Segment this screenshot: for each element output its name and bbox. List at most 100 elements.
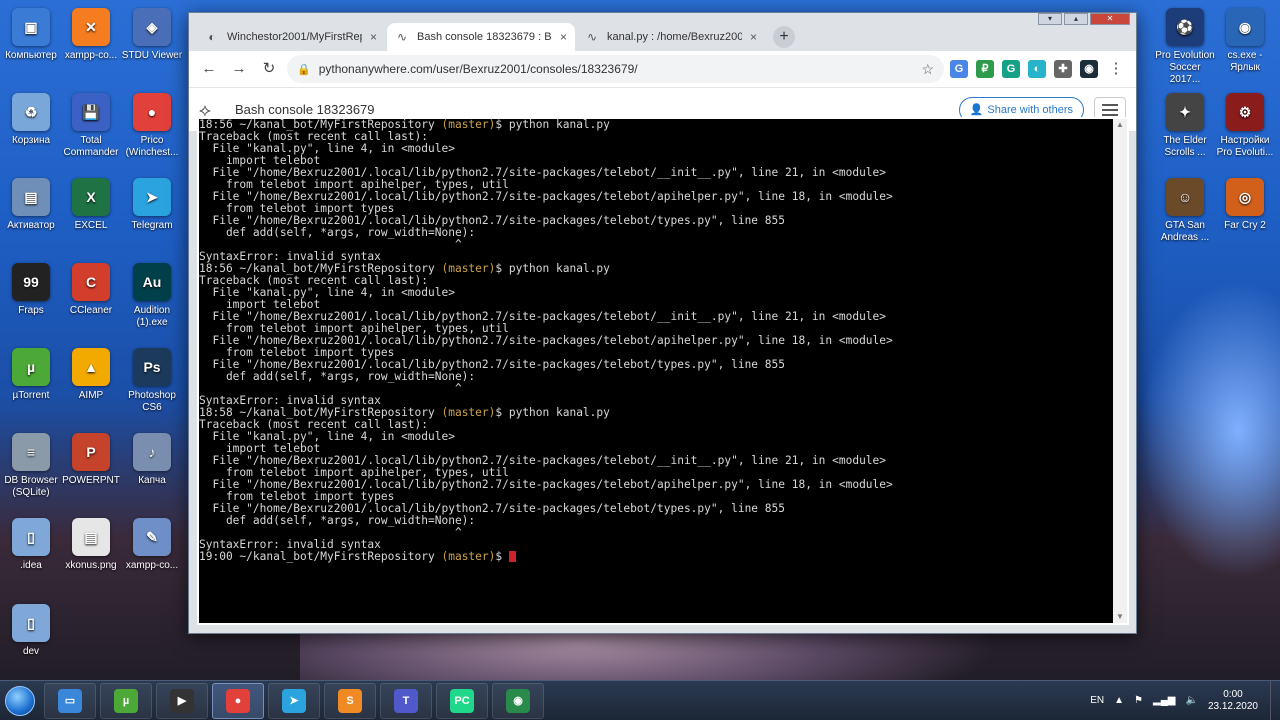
desktop-icon-powerpoint[interactable]: P POWERPNT [60,433,122,487]
currency-ext-icon[interactable]: ₽ [976,60,994,78]
taskbar: ▭ µ ▶ ● ➤ S T PC ◉ EN ▲ ⚑ ▂▄▆ 🔈 0:00 23.12.2020 [0,680,1280,720]
file-explorer-icon: ▭ [58,688,82,713]
reload-button[interactable]: ↻ [257,57,281,81]
window-controls: ▾ ▴ ✕ [1038,13,1130,25]
bookmark-star-icon[interactable]: ☆ [921,61,934,78]
minimize-button[interactable]: ▾ [1038,13,1062,25]
address-bar[interactable]: 🔒 pythonanywhere.com/user/Bexruz2001/con… [287,55,944,83]
farcry-icon: ◎ [1226,178,1264,216]
desktop-icon-pes[interactable]: ⚽ Pro Evolution Soccer 2017... [1154,8,1216,86]
desktop-icon-audio-file[interactable]: ♪ Капча [121,433,183,487]
desktop-icon-excel[interactable]: X EXCEL [60,178,122,232]
desktop-icon-label: POWERPNT [62,475,120,486]
taskbar-item-file-explorer[interactable]: ▭ [44,682,96,719]
computer-icon: ▣ [12,8,50,46]
sublime-icon: S [338,688,362,713]
back-button[interactable]: ← [197,57,221,81]
git-branch: (master) [441,406,496,419]
grammarly-ext-icon[interactable]: G [1002,60,1020,78]
tray-expand-icon[interactable]: ▲ [1114,695,1124,706]
console-output-line: File "kanal.py", line 4, in <module> [199,286,455,299]
desktop-icon-farcry[interactable]: ◎ Far Cry 2 [1214,178,1276,232]
desktop-icon-db-browser[interactable]: ≡ DB Browser (SQLite) [0,433,62,499]
desktop-icon-computer[interactable]: ▣ Компьютер [0,8,62,62]
pes-icon: ⚽ [1166,8,1204,46]
close-tab-icon[interactable]: × [560,30,567,44]
browser-menu-icon[interactable]: ⋮ [1104,57,1128,81]
close-tab-icon[interactable]: × [750,30,757,44]
desktop-icon-fraps[interactable]: 99 Fraps [0,263,62,317]
desktop-icon-photoshop[interactable]: Ps Photoshop CS6 [121,348,183,414]
volume-icon[interactable]: 🔈 [1185,695,1197,706]
desktop-icon-aimp[interactable]: ▲ AIMP [60,348,122,402]
desktop-icon-image-file[interactable]: ▤ xkonus.png [60,518,122,572]
desktop-icon-total-commander[interactable]: 💾 Total Commander [60,93,122,159]
forward-button[interactable]: → [227,57,251,81]
folder-icon: ▯ [12,518,50,556]
pythonanywhere-icon: ∿ [586,30,598,44]
tab-bash-console[interactable]: ∿ Bash console 18323679 : Bexruz2001 × [387,23,575,51]
chrome-icon: ● [226,688,250,713]
desktop-icon-recycle-bin[interactable]: ♻ Корзина [0,93,62,147]
new-tab-button[interactable]: + [773,26,795,48]
vpn-ext-icon[interactable]: ◐ [1028,60,1046,78]
taskbar-item-telegram[interactable]: ➤ [268,682,320,719]
tab-kanal-py[interactable]: ∿ kanal.py : /home/Bexruz2001/kanal × [577,23,765,51]
desktop-icon-shortcut[interactable]: ✎ xampp-co... [121,518,183,572]
github-icon: ◐ [208,30,216,44]
tab-title: Winchestor2001/MyFirstRepository [227,31,362,43]
desktop-icon-skyrim[interactable]: ✦ The Elder Scrolls ... [1154,93,1216,159]
lock-icon[interactable]: 🔒 [297,63,311,76]
flag-icon[interactable]: ⚑ [1134,695,1143,706]
taskbar-item-teams[interactable]: T [380,682,432,719]
console-scrollbar[interactable]: ▲ ▼ [1113,119,1127,623]
desktop-icon-stdu-viewer[interactable]: ◈ STDU Viewer [121,8,183,62]
taskbar-item-sublime[interactable]: S [324,682,376,719]
desktop-icon-gta[interactable]: ☺ GTA San Andreas ... [1154,178,1216,244]
folder-icon: ▯ [12,604,50,642]
console-prompt-line: 19:00 ~/kanal_bot/MyFirstRepository (mas… [199,551,1115,563]
taskbar-item-camera-app[interactable]: ◉ [492,682,544,719]
desktop-icon-label: Fraps [18,305,44,316]
bash-console[interactable]: 18:56 ~/kanal_bot/MyFirstRepository (mas… [199,119,1115,623]
desktop-icon-folder[interactable]: ▯ .idea [0,518,62,572]
tab-github[interactable]: ◐ Winchestor2001/MyFirstRepository × [197,23,385,51]
close-window-button[interactable]: ✕ [1090,13,1130,25]
tab-strip: ◐ Winchestor2001/MyFirstRepository × ∿ B… [197,21,795,51]
desktop-icon-label: µTorrent [12,390,50,401]
desktop-icon-utorrent[interactable]: µ µTorrent [0,348,62,402]
profile-ext-icon[interactable]: ◉ [1080,60,1098,78]
desktop-icon-audition[interactable]: Au Audition (1).exe [121,263,183,329]
translate-ext-icon[interactable]: G [950,60,968,78]
desktop-icon-xampp[interactable]: ✕ xampp-co... [60,8,122,62]
taskbar-item-chrome[interactable]: ● [212,682,264,719]
stdu-viewer-icon: ◈ [133,8,171,46]
start-button[interactable] [0,681,40,720]
maximize-button[interactable]: ▴ [1064,13,1088,25]
language-indicator[interactable]: EN [1090,695,1104,706]
scroll-down-icon[interactable]: ▼ [1113,611,1127,623]
desktop-icon-telegram[interactable]: ➤ Telegram [121,178,183,232]
console-title[interactable]: Bash console 18323679 [235,102,375,118]
desktop-icon-folder[interactable]: ▯ dev [0,604,62,658]
taskbar-item-utorrent[interactable]: µ [100,682,152,719]
network-icon[interactable]: ▂▄▆ [1153,695,1175,706]
close-tab-icon[interactable]: × [370,30,377,44]
fraps-icon: 99 [12,263,50,301]
desktop-icon-ccleaner[interactable]: C CCleaner [60,263,122,317]
wallpaper-glow [1140,280,1280,580]
desktop-icon-label: Audition (1).exe [133,305,171,328]
desktop-icon-chrome[interactable]: ● Prico (Winchest... [121,93,183,159]
taskbar-item-pycharm[interactable]: PC [436,682,488,719]
desktop-icon-label: Капча [138,475,166,486]
browser-window: ▾ ▴ ✕ ◐ Winchestor2001/MyFirstRepository… [188,12,1137,634]
clock[interactable]: 0:00 23.12.2020 [1208,689,1258,713]
desktop-icon-cs[interactable]: ◉ cs.exe - Ярлык [1214,8,1276,74]
desktop-icon-activator[interactable]: ▤ Активатор [0,178,62,232]
taskbar-item-media-player[interactable]: ▶ [156,682,208,719]
puzzle-ext-icon[interactable]: ✚ [1054,60,1072,78]
desktop-icon-pes-settings[interactable]: ⚙ Настройки Pro Evoluti... [1214,93,1276,159]
show-desktop-button[interactable] [1270,681,1280,720]
scroll-up-icon[interactable]: ▲ [1113,119,1127,131]
desktop-icon-label: Telegram [131,220,173,231]
